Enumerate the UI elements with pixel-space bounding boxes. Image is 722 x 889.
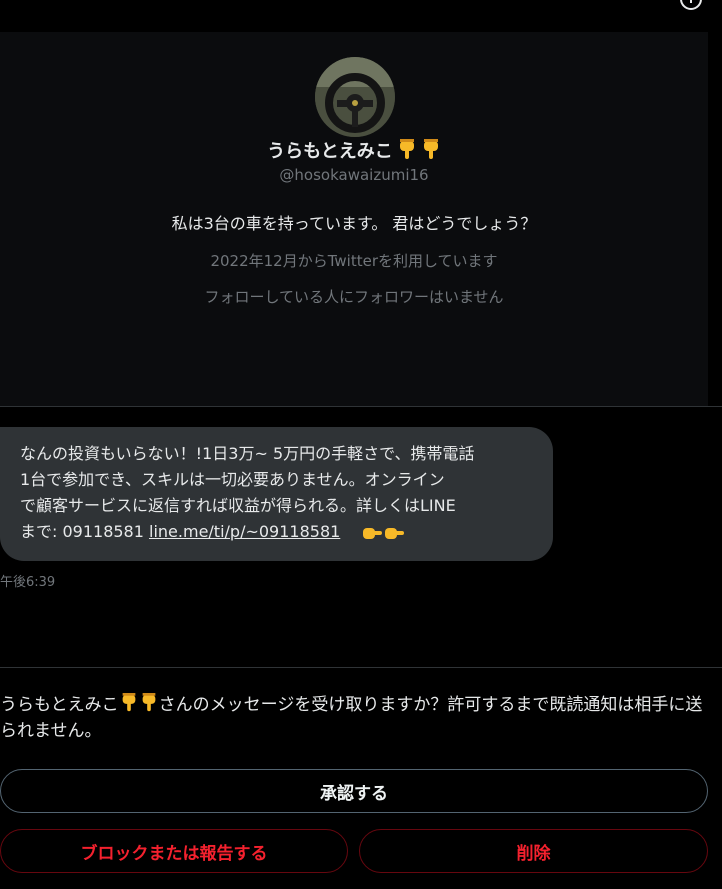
point-down-icon [399, 139, 414, 159]
steering-wheel-photo [315, 57, 395, 137]
profile-handle: @hosokawaizumi16 [279, 166, 429, 184]
avatar[interactable] [315, 57, 395, 137]
point-right-icon [384, 527, 404, 539]
message-request-prompt: うらもとえみこ さんのメッセージを受け取りますか？許可するまで既読通知は相手に送… [0, 692, 718, 744]
divider [0, 406, 722, 407]
profile-card[interactable]: うらもとえみこ @hosokawaizumi16 私は3台の車を持っています。 … [0, 32, 708, 406]
dm-conversation: うらもとえみこ @hosokawaizumi16 私は3台の車を持っています。 … [0, 0, 722, 889]
message-bubble[interactable]: なんの投資もいらない！!1日3万~ 5万円の手軽さで、携帯電話 1台で参加でき、… [0, 427, 553, 561]
message-line: 1台で参加でき、スキルは一切必要ありません。オンライン [20, 470, 445, 489]
joined-date: 2022年12月からTwitterを利用しています [210, 252, 498, 270]
display-name[interactable]: うらもとえみこ [0, 137, 708, 163]
message-timestamp: 午後6:39 [0, 575, 56, 590]
block-report-button[interactable]: ブロックまたは報告する [0, 829, 348, 873]
info-icon[interactable] [680, 0, 702, 10]
point-right-icon [362, 527, 382, 539]
divider [0, 667, 722, 668]
accept-button[interactable]: 承認する [0, 769, 708, 813]
message-line: で顧客サービスに返信すれば収益が得られる。詳しくはLINE [20, 496, 456, 515]
point-down-icon [122, 693, 136, 712]
point-down-icon [142, 693, 156, 712]
delete-button[interactable]: 削除 [359, 829, 708, 873]
line-link[interactable]: line.me/ti/p/~09118581 [149, 522, 340, 541]
request-sender-name: うらもとえみこ [0, 695, 119, 715]
profile-bio: 私は3台の車を持っています。 君はどうでしょう？ [171, 214, 537, 233]
message-last-line-prefix: まで: 09118581 [20, 522, 150, 541]
mutual-followers-note: フォローしている人にフォロワーはいません [204, 288, 504, 306]
message-line: まで: 09118581 line.me/ti/p/~09118581 [20, 519, 537, 545]
message-line: なんの投資もいらない！!1日3万~ 5万円の手軽さで、携帯電話 [20, 444, 475, 463]
display-name-text: うらもとえみこ [267, 141, 393, 162]
point-down-icon [423, 139, 438, 159]
